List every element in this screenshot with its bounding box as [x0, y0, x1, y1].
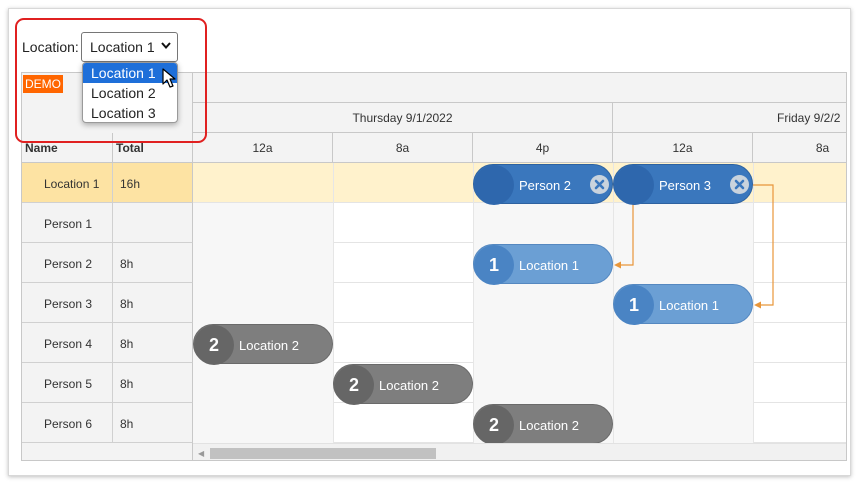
- event-number: 2: [334, 365, 374, 405]
- event-person-3[interactable]: Person 3: [613, 164, 753, 205]
- event-number: 1: [474, 245, 514, 285]
- event-location-2[interactable]: 2 Location 2: [193, 324, 333, 365]
- event-label: Location 1: [659, 298, 719, 313]
- event-number: 1: [614, 285, 654, 325]
- link-arrow: [614, 261, 621, 269]
- event-number: [474, 165, 514, 205]
- event-label: Location 2: [239, 338, 299, 353]
- horizontal-scrollbar[interactable]: ◀: [193, 443, 846, 460]
- link-line: [753, 184, 774, 306]
- scrollbar-thumb[interactable]: [210, 448, 436, 459]
- event-number: [614, 165, 654, 205]
- event-number: 2: [194, 325, 234, 365]
- event-label: Location 2: [379, 378, 439, 393]
- highlight-box: [15, 18, 207, 143]
- event-location-1[interactable]: 1 Location 1: [613, 284, 753, 325]
- event-location-2[interactable]: 2 Location 2: [473, 404, 613, 445]
- link-arrow: [754, 301, 761, 309]
- event-label: Person 2: [519, 178, 572, 193]
- delete-icon[interactable]: [590, 175, 609, 194]
- event-label: Location 2: [519, 418, 579, 433]
- event-label: Location 1: [519, 258, 579, 273]
- mouse-cursor-icon: [162, 68, 176, 88]
- event-person-2[interactable]: Person 2: [473, 164, 613, 205]
- delete-icon[interactable]: [730, 175, 749, 194]
- event-location-1[interactable]: 1 Location 1: [473, 244, 613, 285]
- scroll-left-icon[interactable]: ◀: [198, 449, 204, 458]
- event-number: 2: [474, 405, 514, 445]
- event-label: Person 3: [659, 178, 712, 193]
- event-location-2[interactable]: 2 Location 2: [333, 364, 473, 405]
